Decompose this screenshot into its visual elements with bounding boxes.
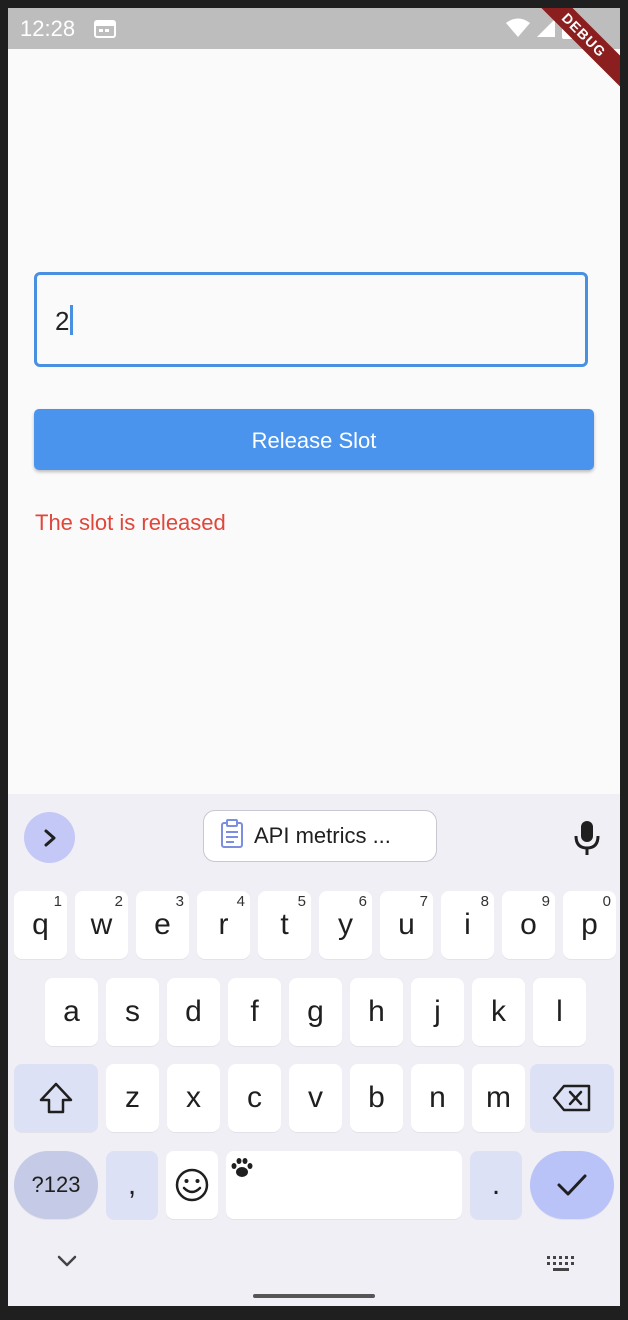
key-u[interactable]: u7 — [380, 891, 433, 959]
key-a[interactable]: a — [45, 978, 98, 1046]
shift-arrow-icon — [39, 1082, 73, 1114]
clipboard-icon — [220, 818, 244, 854]
keyboard-switch-icon[interactable] — [546, 1255, 576, 1280]
key-label: q — [32, 908, 49, 941]
key-number-hint: 1 — [53, 893, 62, 910]
key-r[interactable]: r4 — [197, 891, 250, 959]
key-p[interactable]: p0 — [563, 891, 616, 959]
key-z[interactable]: z — [106, 1064, 159, 1132]
key-v[interactable]: v — [289, 1064, 342, 1132]
slot-input-value: 2 — [55, 305, 74, 337]
key-label: p — [581, 908, 598, 941]
key-number-hint: 5 — [297, 893, 306, 910]
key-n[interactable]: n — [411, 1064, 464, 1132]
slot-number-input[interactable]: 2 — [34, 272, 588, 367]
key-i[interactable]: i8 — [441, 891, 494, 959]
key-w[interactable]: w2 — [75, 891, 128, 959]
key-label: t — [280, 908, 289, 941]
key-m[interactable]: m — [472, 1064, 525, 1132]
shift-key[interactable] — [14, 1064, 98, 1132]
release-slot-button[interactable]: Release Slot — [34, 409, 594, 470]
key-o[interactable]: o9 — [502, 891, 555, 959]
soft-keyboard: API metrics ... q1w2e3r4t5y6u7i8o9p0 asd… — [8, 794, 620, 1306]
backspace-key[interactable] — [530, 1064, 614, 1132]
key-number-hint: 6 — [358, 893, 367, 910]
key-number-hint: 3 — [175, 893, 184, 910]
checkmark-icon — [557, 1174, 587, 1196]
key-label: r — [218, 908, 229, 941]
key-s[interactable]: s — [106, 978, 159, 1046]
clipboard-chip-label: API metrics ... — [254, 823, 391, 848]
status-time: 12:28 — [20, 16, 76, 41]
key-number-hint: 2 — [114, 893, 123, 910]
paw-icon — [230, 1153, 254, 1187]
key-number-hint: 9 — [541, 893, 550, 910]
app-screen: 12:28 DEBUG 2 Release Slot The slot is r… — [8, 8, 620, 1306]
key-c[interactable]: c — [228, 1064, 281, 1132]
chevron-right-icon — [44, 829, 55, 846]
status-bar: 12:28 DEBUG — [8, 8, 620, 93]
spacebar-key[interactable] — [226, 1151, 462, 1219]
key-label: e — [154, 908, 171, 941]
signal-icon — [536, 18, 556, 43]
hide-keyboard-chevron-icon[interactable] — [56, 1254, 78, 1273]
key-e[interactable]: e3 — [136, 891, 189, 959]
key-j[interactable]: j — [411, 978, 464, 1046]
calendar-icon — [94, 20, 116, 43]
key-g[interactable]: g — [289, 978, 342, 1046]
comma-key[interactable]: , — [106, 1151, 158, 1219]
key-number-hint: 0 — [602, 893, 611, 910]
emoji-key[interactable] — [166, 1151, 218, 1219]
key-label: y — [338, 908, 353, 941]
emoji-icon — [175, 1168, 209, 1202]
expand-toolbar-button[interactable] — [24, 812, 75, 863]
key-label: o — [520, 908, 537, 941]
text-caret — [70, 305, 74, 335]
symbols-key[interactable]: ?123 — [14, 1151, 98, 1219]
period-key[interactable]: . — [470, 1151, 522, 1219]
backspace-icon — [552, 1084, 591, 1112]
microphone-icon[interactable] — [574, 820, 600, 861]
key-d[interactable]: d — [167, 978, 220, 1046]
status-message: The slot is released — [35, 510, 226, 535]
key-number-hint: 4 — [236, 893, 245, 910]
clipboard-suggestion-chip[interactable]: API metrics ... — [203, 810, 437, 862]
key-f[interactable]: f — [228, 978, 281, 1046]
wifi-icon — [506, 18, 530, 43]
key-k[interactable]: k — [472, 978, 525, 1046]
key-b[interactable]: b — [350, 1064, 403, 1132]
navigation-handle[interactable] — [253, 1294, 375, 1298]
enter-key[interactable] — [530, 1151, 614, 1219]
key-y[interactable]: y6 — [319, 891, 372, 959]
key-label: i — [464, 908, 471, 941]
key-h[interactable]: h — [350, 978, 403, 1046]
key-label: w — [90, 908, 113, 941]
key-x[interactable]: x — [167, 1064, 220, 1132]
key-number-hint: 7 — [419, 893, 428, 910]
key-q[interactable]: q1 — [14, 891, 67, 959]
key-number-hint: 8 — [480, 893, 489, 910]
key-l[interactable]: l — [533, 978, 586, 1046]
key-t[interactable]: t5 — [258, 891, 311, 959]
key-label: u — [398, 908, 415, 941]
